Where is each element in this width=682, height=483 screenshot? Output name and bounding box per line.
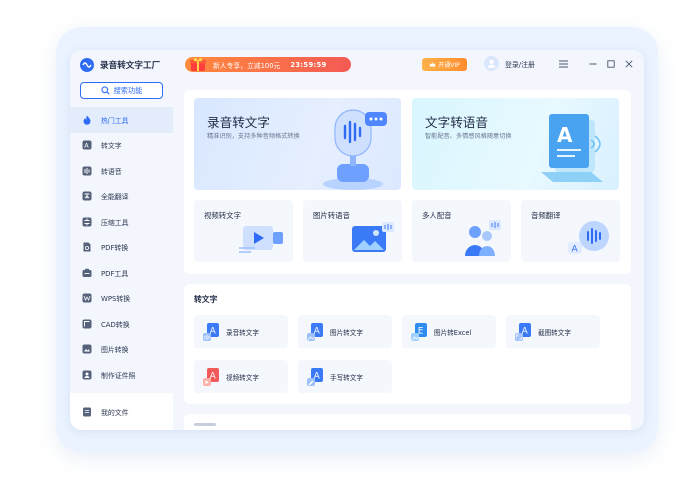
sidebar-item-my-files[interactable]: 我的文件: [70, 393, 173, 430]
audio-translate-icon: A: [568, 221, 609, 255]
picture-icon: [352, 222, 394, 252]
minimize-icon: [589, 63, 597, 65]
sidebar-item-to-voice[interactable]: 转语音: [70, 158, 173, 184]
hot-tools-panel: 录音转文字 精准识别，支持多种音频格式转换 文字转语音 智能配音、多情感风格随意…: [184, 90, 631, 274]
vip-button[interactable]: 开通VIP: [422, 58, 467, 71]
handwriting-icon: A: [307, 367, 323, 386]
tool-screenshot-to-text[interactable]: A 截图转文字: [506, 315, 600, 348]
section-title: 转文字: [194, 295, 218, 304]
search-label: 搜索功能: [113, 85, 143, 95]
file-icon: [83, 407, 91, 416]
image-icon: [82, 344, 92, 354]
tile-multi-voice-dubbing[interactable]: 多人配音: [412, 200, 511, 262]
user-icon: [487, 59, 496, 68]
maximize-button[interactable]: [604, 57, 618, 71]
search-function-button[interactable]: 搜索功能: [80, 82, 163, 99]
wps-icon: [82, 293, 92, 303]
brand: 录音转文字工厂: [80, 58, 160, 72]
excel-icon: E: [411, 322, 427, 341]
search-icon: [100, 86, 110, 95]
tool-image-to-text[interactable]: A 图片转文字: [298, 315, 392, 348]
avatar: [484, 56, 499, 71]
close-icon: [625, 60, 633, 68]
translate-icon: [82, 191, 92, 201]
tool-audio-to-text[interactable]: A 录音转文字: [194, 315, 288, 348]
pdf-convert-icon: [83, 242, 91, 252]
audio-to-text-icon: A: [203, 322, 219, 341]
pdf-tools-icon: [82, 268, 92, 277]
video-to-text-icon: A: [203, 367, 219, 386]
svg-text:A: A: [572, 245, 579, 255]
sidebar-item-hot-tools[interactable]: 热门工具: [70, 107, 173, 133]
sidebar: 录音转文字工厂 搜索功能 热门工具 A 转文字 转语音 全能翻译 压缩工具 PD…: [70, 50, 173, 430]
tile-audio-translate[interactable]: 音频翻译 A: [521, 200, 620, 262]
next-section-panel: [184, 414, 631, 430]
promo-banner[interactable]: 新人专享，立减100元 23:59:59: [185, 57, 351, 72]
app-name: 录音转文字工厂: [100, 61, 161, 71]
maximize-icon: [607, 60, 615, 68]
login-register[interactable]: 登录/注册: [484, 56, 535, 71]
sidebar-item-cad-convert[interactable]: CAD转换: [70, 311, 173, 337]
tool-video-to-text[interactable]: A 视频转文字: [194, 360, 288, 393]
people-icon: [465, 220, 501, 256]
promo-countdown: 23:59:59: [290, 60, 327, 69]
hero-card-text-to-speech[interactable]: 文字转语音 智能配音、多情感风格随意切换 A: [412, 98, 619, 190]
tool-handwriting-to-text[interactable]: A 手写转文字: [298, 360, 392, 393]
image-to-text-icon: A: [307, 322, 323, 341]
document-illustration-icon: A: [541, 114, 603, 182]
to-voice-icon: [82, 166, 92, 176]
screenshot-icon: A: [515, 322, 531, 341]
close-button[interactable]: [622, 57, 636, 71]
sidebar-item-compress[interactable]: 压缩工具: [70, 209, 173, 235]
compress-icon: [82, 217, 92, 227]
minimize-button[interactable]: [586, 57, 600, 71]
crown-icon: [429, 62, 436, 67]
app-logo-icon: [80, 58, 94, 72]
video-icon: [239, 226, 283, 253]
tile-image-to-speech[interactable]: 图片转语音: [303, 200, 402, 262]
microphone-illustration-icon: [323, 109, 387, 190]
sidebar-nav: 热门工具 A 转文字 转语音 全能翻译 压缩工具 PDF转换 PDF工具 WPS…: [70, 107, 173, 388]
sidebar-item-image-convert[interactable]: 图片转换: [70, 337, 173, 363]
app-window: 录音转文字工厂 搜索功能 热门工具 A 转文字 转语音 全能翻译 压缩工具 PD…: [70, 50, 644, 430]
section-title-stub: [194, 423, 216, 426]
sidebar-item-translate[interactable]: 全能翻译: [70, 184, 173, 210]
menu-button[interactable]: [556, 57, 570, 71]
hero-card-audio-to-text[interactable]: 录音转文字 精准识别，支持多种音频格式转换: [194, 98, 401, 190]
id-photo-icon: [82, 370, 92, 380]
to-text-icon: A: [82, 140, 92, 150]
gift-icon: [190, 58, 206, 71]
tile-video-to-text[interactable]: 视频转文字: [194, 200, 293, 262]
to-text-section: 转文字 A 录音转文字 A 图片转文字 E 图片转Excel A 截图转文字 A…: [184, 284, 631, 404]
sidebar-item-id-photo[interactable]: 制作证件照: [70, 362, 173, 388]
sidebar-item-to-text[interactable]: A 转文字: [70, 133, 173, 159]
fire-icon: [83, 115, 91, 125]
sidebar-item-pdf-convert[interactable]: PDF转换: [70, 235, 173, 261]
svg-text:A: A: [84, 142, 89, 150]
tool-image-to-excel[interactable]: E 图片转Excel: [402, 315, 496, 348]
sidebar-item-wps-convert[interactable]: WPS转换: [70, 286, 173, 312]
menu-icon: [558, 60, 568, 68]
cad-icon: [82, 319, 92, 329]
sidebar-item-pdf-tools[interactable]: PDF工具: [70, 260, 173, 286]
svg-text:A: A: [557, 123, 573, 147]
promo-text: 新人专享，立减100元: [213, 61, 281, 70]
